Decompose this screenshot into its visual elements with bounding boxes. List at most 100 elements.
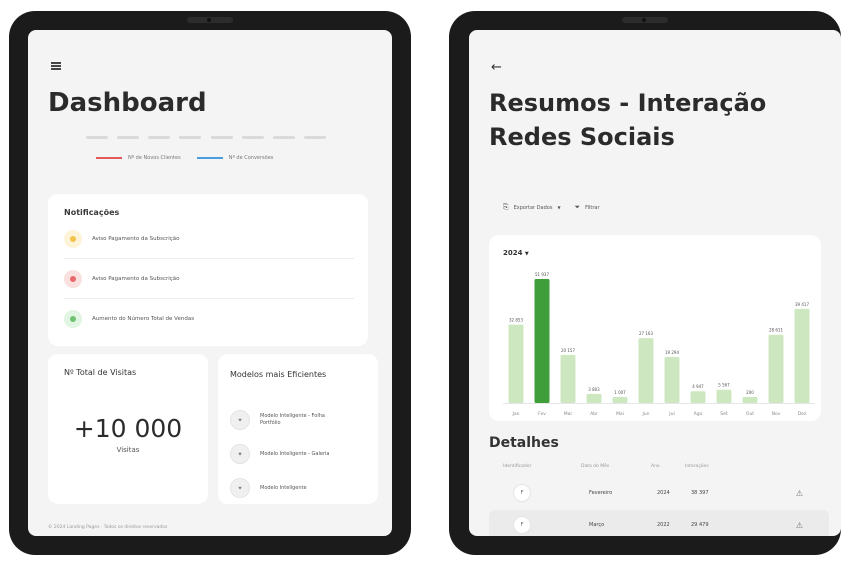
notification-item[interactable]: Aviso Pagamento da Subscrição [64,230,180,248]
divider [64,258,354,259]
data-label: 51 937 [535,272,549,277]
tick-label: Nov [772,411,781,417]
table-header: Identificador Data do Mês Ano Interações [503,464,709,469]
tick-label: Dez [798,411,807,417]
notifications-title: Notificações [64,208,120,217]
table-row[interactable]: F Março 2022 29 479 ⚠ [489,510,829,536]
models-title: Modelos mais Eficientes [230,370,327,379]
bar-fev[interactable] [534,279,550,403]
warning-icon[interactable]: ⚠ [796,489,803,498]
legend-line-red [96,157,122,159]
success-icon [64,310,82,328]
model-icon: ✦ [230,478,250,498]
model-text: Modelo Inteligente [260,484,307,491]
model-item[interactable]: ✦ Modelo Inteligente - Galeria [230,444,330,464]
bar-dez[interactable] [794,308,810,403]
chart-legend: Nº de Novos Clientes Nº de Conversões [96,155,273,161]
notification-item[interactable]: Aviso Pagamento da Subscrição [64,270,180,288]
visits-value: +10 000 [73,414,183,443]
warning-icon[interactable]: ⚠ [796,521,803,530]
tick-label: Mai [616,411,624,417]
tick-label: Out [746,411,754,417]
notifications-card: Notificações Aviso Pagamento da Subscriç… [48,194,368,346]
data-label: 32 853 [509,318,523,323]
data-label: 19 294 [665,350,679,355]
tick-label: Jun [641,411,649,417]
notification-item[interactable]: Aumento do Número Total de Vendas [64,310,194,328]
row-value: 29 479 [691,522,709,528]
legend-line-blue [196,157,223,159]
tick-label: Jan [512,411,520,417]
tablet-dashboard: Dashboard Nº de Novos Clientes Nº de Con… [9,11,411,555]
legend-item: Nº de Novos Clientes [96,155,181,161]
legend-label: Nº de Conversões [228,155,274,161]
data-label: 1 007 [614,390,626,395]
model-item[interactable]: ✦ Modelo Inteligente [230,478,330,498]
document-icon: ⎘ [503,203,509,211]
row-month: Março [589,522,605,528]
filter-label: Filtrar [585,204,600,211]
row-year: 2022 [657,522,670,528]
warning-icon [64,230,82,248]
column-header: Ano [651,464,660,469]
dashboard-screen: Dashboard Nº de Novos Clientes Nº de Con… [28,30,392,536]
data-label: 5 567 [718,383,730,388]
tick-label: Ago [694,411,703,417]
model-text: Modelo Inteligente - Folha Portfólio [260,413,325,426]
export-button[interactable]: ⎘ Exportar Dados ▼ [503,203,561,212]
data-label: 200 [746,390,754,395]
bar-abr[interactable] [586,393,602,403]
notification-text: Aviso Pagamento da Subscrição [92,236,180,242]
notification-text: Aviso Pagamento da Subscrição [92,276,180,282]
model-icon: ✦ [230,444,250,464]
toolbar: ⎘ Exportar Dados ▼ ⏷ Filtrar [503,203,600,212]
page-title: Resumos - Interação Redes Sociais [489,89,767,151]
avatar: F [513,516,531,534]
model-icon: ✦ [230,410,250,430]
model-text: Modelo Inteligente - Galeria [260,450,330,457]
models-card: Modelos mais Eficientes ✦ Modelo Intelig… [218,354,378,504]
camera [187,17,233,23]
data-label: 28 611 [769,328,783,333]
chart-axis-placeholder [86,136,326,142]
chevron-down-icon: ▼ [557,205,561,210]
column-header: Identificador [503,464,532,469]
bar-jan[interactable] [508,324,524,403]
visits-label: Nº Total de Visitas [64,368,137,377]
row-year: 2024 [657,490,670,496]
bar-mar[interactable] [560,354,576,403]
data-label: 3 803 [588,387,600,392]
alert-icon [64,270,82,288]
legend-item: Nº de Conversões [196,155,274,161]
camera [622,17,668,23]
back-arrow-icon[interactable]: ← [491,60,502,75]
column-header: Interações [685,464,709,469]
tick-label: Fev [538,411,546,417]
data-label: 20 157 [561,348,575,353]
notification-text: Aumento do Número Total de Vendas [92,316,195,322]
data-label: 39 417 [795,302,809,307]
bar-jun[interactable] [638,338,654,403]
bar-ago[interactable] [690,391,706,403]
table-row[interactable]: F Fevereiro 2024 38 397 ⚠ [489,478,829,508]
tick-label: Mar [564,411,573,417]
summary-screen: ← Resumos - Interação Redes Sociais ⎘ Ex… [469,30,841,536]
details-title: Detalhes [489,435,559,451]
bar-set[interactable] [716,389,732,403]
export-label: Exportar Dados [513,204,553,211]
bar-out[interactable] [742,397,758,403]
model-item[interactable]: ✦ Modelo Inteligente - Folha Portfólio [230,410,330,430]
row-value: 38 397 [691,490,709,496]
menu-icon[interactable] [51,62,61,70]
page-title: Dashboard [48,88,207,118]
visits-card: Nº Total de Visitas +10 000 Visitas [48,354,208,504]
filter-button[interactable]: ⏷ Filtrar [575,203,600,212]
avatar: F [513,484,531,502]
row-month: Fevereiro [589,490,613,496]
footer-text: © 2024 Landing Pages · Todos os direitos… [48,525,168,530]
bar-nov[interactable] [768,334,784,403]
bar-mai[interactable] [612,397,628,403]
tick-label: Jul [668,411,674,417]
divider [64,298,354,299]
bar-jul[interactable] [664,356,680,403]
